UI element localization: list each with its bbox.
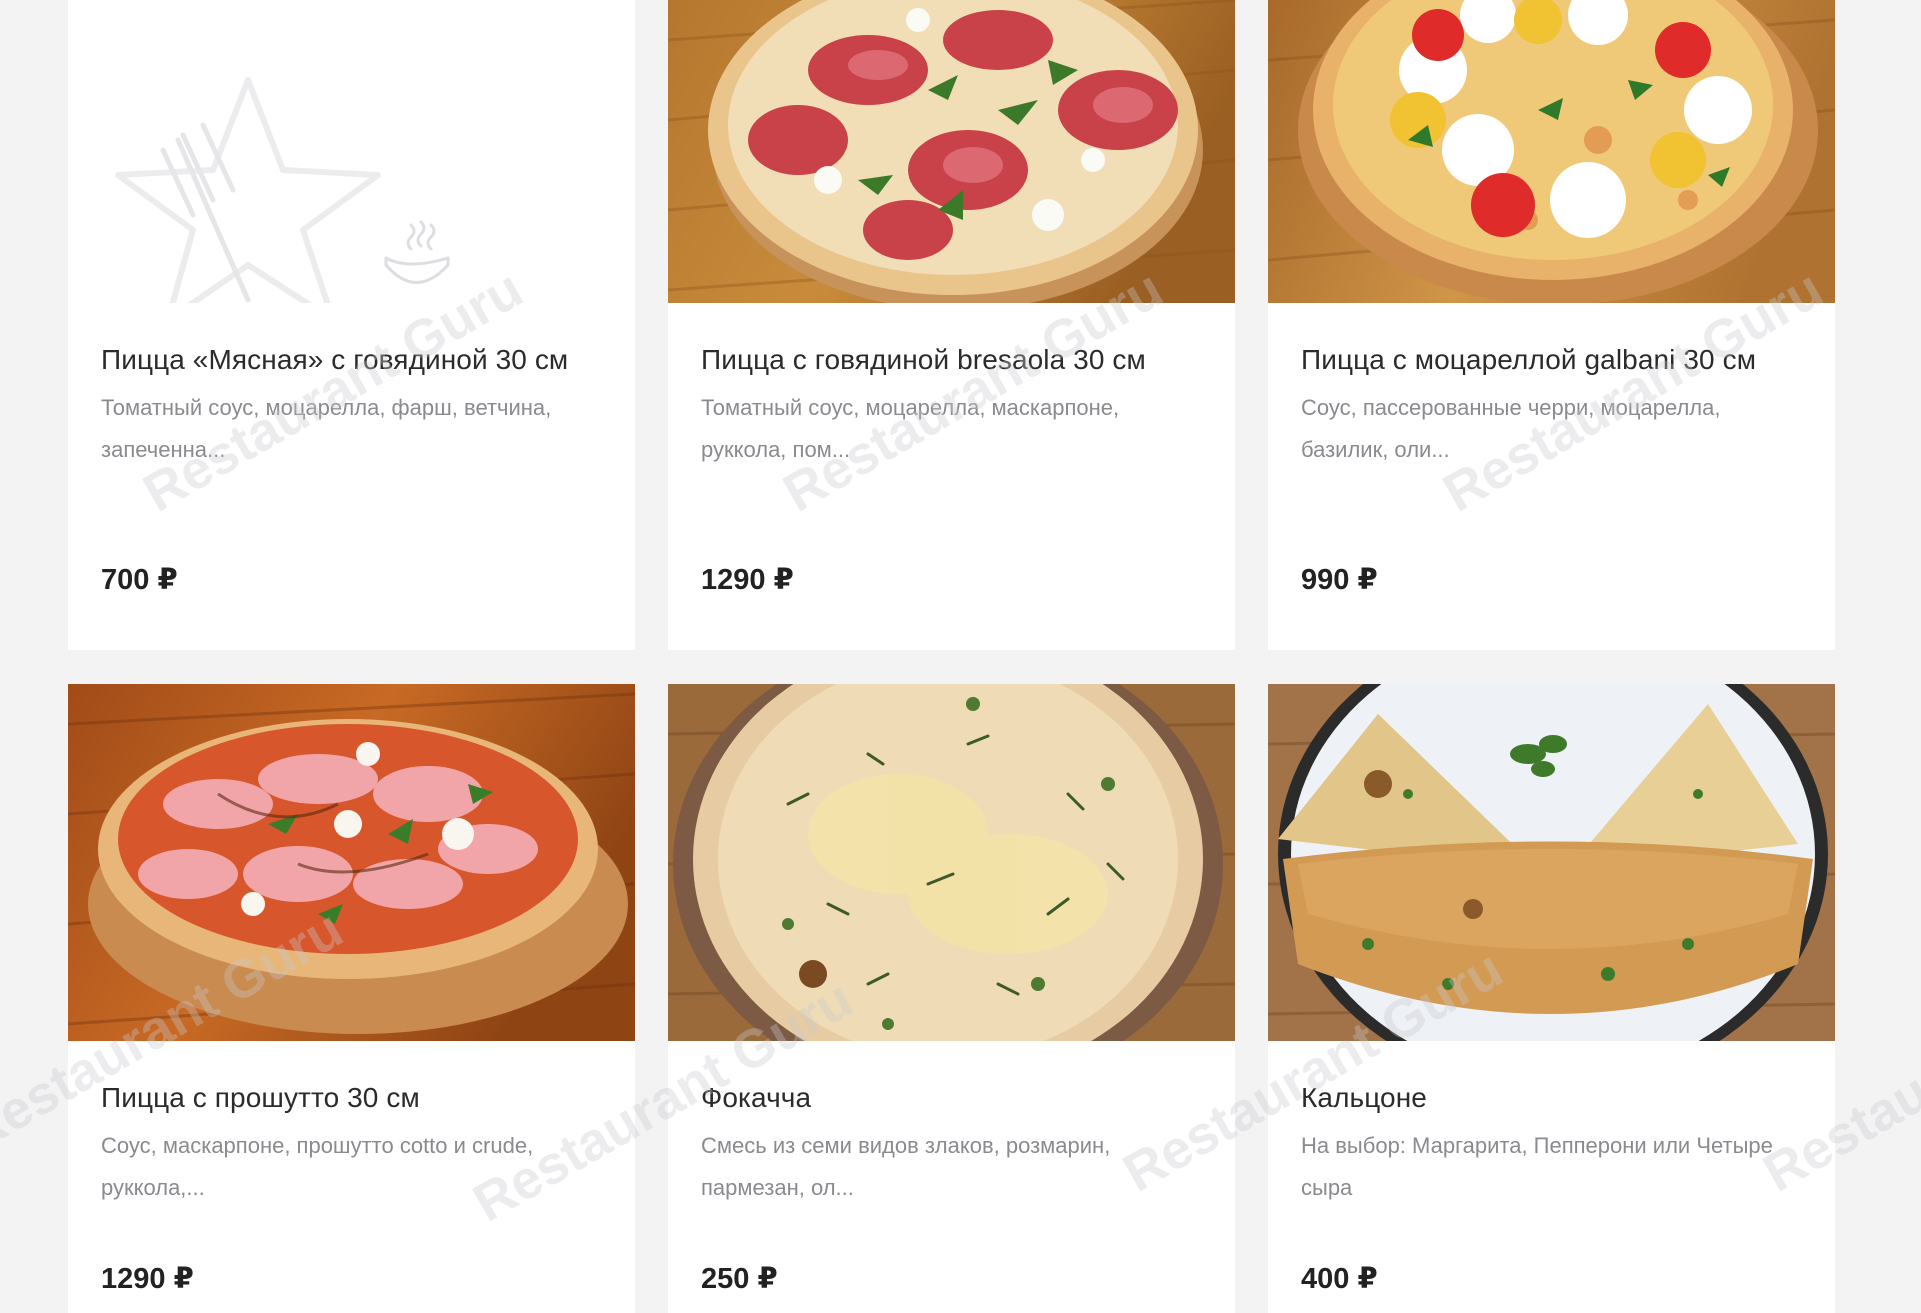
menu-item-title: Кальцоне bbox=[1301, 1082, 1427, 1113]
menu-item-image[interactable] bbox=[668, 0, 1235, 303]
menu-item-body: Пицца с прошутто 30 см Соус, маскарпоне,… bbox=[68, 1041, 635, 1209]
menu-page: Пицца «Мясная» с говядиной 30 см Томатны… bbox=[0, 0, 1921, 1313]
menu-item-body: Фокачча Смесь из семи видов злаков, розм… bbox=[668, 1041, 1235, 1209]
menu-item-card[interactable]: Пицца с говядиной bresaola 30 см Томатны… bbox=[668, 0, 1235, 650]
menu-item-price: 250 ₽ bbox=[701, 1263, 778, 1295]
menu-item-title: Пицца «Мясная» с говядиной 30 см bbox=[101, 344, 569, 375]
menu-grid: Пицца «Мясная» с говядиной 30 см Томатны… bbox=[68, 0, 1836, 1313]
calzone-photo bbox=[1268, 684, 1835, 1041]
menu-item-description: На выбор: Маргарита, Пепперони или Четыр… bbox=[1301, 1133, 1773, 1200]
menu-item-image[interactable] bbox=[68, 684, 635, 1041]
menu-item-description: Томатный соус, моцарелла, фарш, ветчина,… bbox=[101, 395, 552, 462]
menu-item-title: Фокачча bbox=[701, 1082, 812, 1113]
menu-item-image[interactable] bbox=[1268, 0, 1835, 303]
pizza-bresaola-photo bbox=[668, 0, 1235, 303]
menu-item-body: Пицца с моцареллой galbani 30 см Соус, п… bbox=[1268, 303, 1835, 471]
menu-item-body: Пицца с говядиной bresaola 30 см Томатны… bbox=[668, 303, 1235, 471]
menu-item-title: Пицца с прошутто 30 см bbox=[101, 1082, 420, 1113]
menu-item-image[interactable] bbox=[668, 684, 1235, 1041]
menu-item-price: 400 ₽ bbox=[1301, 1263, 1378, 1295]
menu-item-price: 700 ₽ bbox=[101, 564, 178, 596]
menu-item-card[interactable]: Пицца с моцареллой galbani 30 см Соус, п… bbox=[1268, 0, 1835, 650]
menu-item-image[interactable] bbox=[1268, 684, 1835, 1041]
menu-item-description: Соус, пассерованные черри, моцарелла, ба… bbox=[1301, 395, 1721, 462]
menu-item-title: Пицца с моцареллой galbani 30 см bbox=[1301, 344, 1757, 375]
menu-item-price: 1290 ₽ bbox=[701, 564, 794, 596]
focaccia-photo bbox=[668, 684, 1235, 1041]
menu-item-body: Пицца «Мясная» с говядиной 30 см Томатны… bbox=[68, 303, 635, 471]
menu-item-price: 1290 ₽ bbox=[101, 1263, 194, 1295]
pizza-prosciutto-photo bbox=[68, 684, 635, 1041]
menu-item-card[interactable]: Фокачча Смесь из семи видов злаков, розм… bbox=[668, 684, 1235, 1313]
menu-item-title: Пицца с говядиной bresaola 30 см bbox=[701, 344, 1146, 375]
menu-item-card[interactable]: Пицца с прошутто 30 см Соус, маскарпоне,… bbox=[68, 684, 635, 1313]
menu-item-image-placeholder bbox=[68, 0, 635, 303]
menu-item-description: Томатный соус, моцарелла, маскарпоне, ру… bbox=[701, 395, 1120, 462]
menu-item-card[interactable]: Кальцоне На выбор: Маргарита, Пепперони … bbox=[1268, 684, 1835, 1313]
menu-item-description: Соус, маскарпоне, прошутто cotto и crude… bbox=[101, 1133, 534, 1200]
placeholder-icon bbox=[68, 0, 635, 303]
menu-item-card[interactable]: Пицца «Мясная» с говядиной 30 см Томатны… bbox=[68, 0, 635, 650]
menu-item-price: 990 ₽ bbox=[1301, 564, 1378, 596]
menu-item-body: Кальцоне На выбор: Маргарита, Пепперони … bbox=[1268, 1041, 1835, 1209]
pizza-mozzarella-photo bbox=[1268, 0, 1835, 303]
menu-item-description: Смесь из семи видов злаков, розмарин, па… bbox=[701, 1133, 1111, 1200]
